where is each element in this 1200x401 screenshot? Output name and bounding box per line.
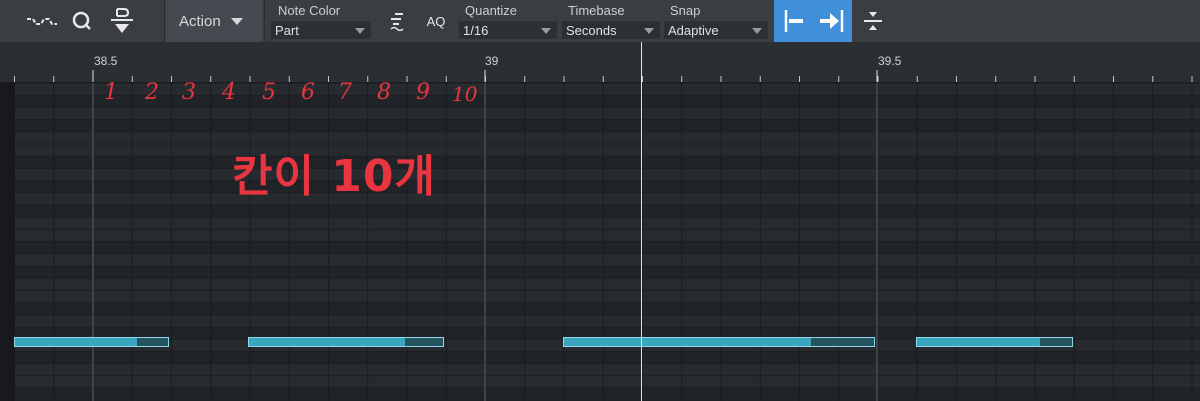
timebase-label: Timebase (568, 3, 625, 18)
key-row (0, 375, 1200, 388)
key-row (0, 192, 1200, 205)
note-event[interactable] (14, 337, 169, 347)
snap-right-icon[interactable] (818, 8, 846, 34)
quantize-dropdown[interactable]: 1/16 (459, 21, 557, 39)
timebase-dropdown[interactable]: Seconds (562, 21, 660, 39)
key-row (0, 253, 1200, 266)
timebase-value: Seconds (566, 22, 617, 38)
key-row (0, 241, 1200, 254)
note-color-value: Part (275, 22, 299, 38)
timeline-ruler[interactable]: 38.5 39 39.5 (0, 42, 1200, 83)
chevron-down-icon (230, 17, 243, 25)
note-color-label: Note Color (278, 3, 341, 18)
key-row (0, 266, 1200, 279)
key-row (0, 131, 1200, 144)
key-row (0, 290, 1200, 303)
collapse-icon[interactable] (858, 0, 888, 42)
split-note-icon[interactable] (104, 0, 140, 42)
note-color-icon[interactable] (386, 0, 410, 42)
note-tail (137, 338, 168, 346)
playhead-line[interactable] (641, 42, 642, 401)
key-row (0, 95, 1200, 108)
key-row (0, 217, 1200, 230)
note-color-dropdown[interactable]: Part (271, 21, 371, 39)
chevron-down-icon (541, 28, 551, 34)
snap-label: Snap (670, 3, 701, 18)
toolbar-separator (264, 0, 265, 42)
chevron-down-icon (752, 28, 762, 34)
note-event[interactable] (563, 337, 875, 347)
note-tail (405, 338, 443, 346)
key-row (0, 302, 1200, 315)
chevron-down-icon (644, 28, 654, 34)
key-row (0, 144, 1200, 157)
key-row (0, 156, 1200, 169)
key-row (0, 278, 1200, 291)
quantize-value: 1/16 (463, 22, 489, 38)
snap-dropdown[interactable]: Adaptive (664, 21, 768, 39)
note-tail (1040, 338, 1072, 346)
piano-roll-grid[interactable] (0, 83, 1200, 401)
quantize-label: Quantize (465, 3, 518, 18)
key-row (0, 351, 1200, 364)
key-row (0, 168, 1200, 181)
snap-toggle-group (774, 0, 852, 42)
toolbar-separator (164, 0, 165, 42)
note-event[interactable] (916, 337, 1073, 347)
snap-value: Adaptive (668, 22, 719, 38)
snap-left-icon[interactable] (782, 8, 808, 34)
action-button[interactable]: Action (166, 0, 262, 42)
key-row (0, 314, 1200, 327)
note-tail (811, 338, 874, 346)
transform-wave-icon[interactable] (22, 0, 62, 42)
key-row (0, 388, 1200, 401)
grid-lines (0, 83, 1200, 401)
key-row (0, 363, 1200, 376)
key-row (0, 83, 1200, 96)
action-label: Action (179, 12, 221, 30)
piano-keys[interactable] (0, 83, 15, 401)
chevron-down-icon (355, 28, 365, 34)
aq-button[interactable]: AQ (424, 0, 448, 42)
quantize-q-icon[interactable] (66, 0, 98, 42)
ruler-ticks (14, 70, 1193, 82)
toolbar: Action Note Color Part AQ Quantize 1/16 … (0, 0, 1200, 43)
key-row (0, 119, 1200, 132)
key-row (0, 107, 1200, 120)
note-event[interactable] (248, 337, 444, 347)
key-row (0, 180, 1200, 193)
key-row (0, 205, 1200, 218)
key-row (0, 229, 1200, 242)
